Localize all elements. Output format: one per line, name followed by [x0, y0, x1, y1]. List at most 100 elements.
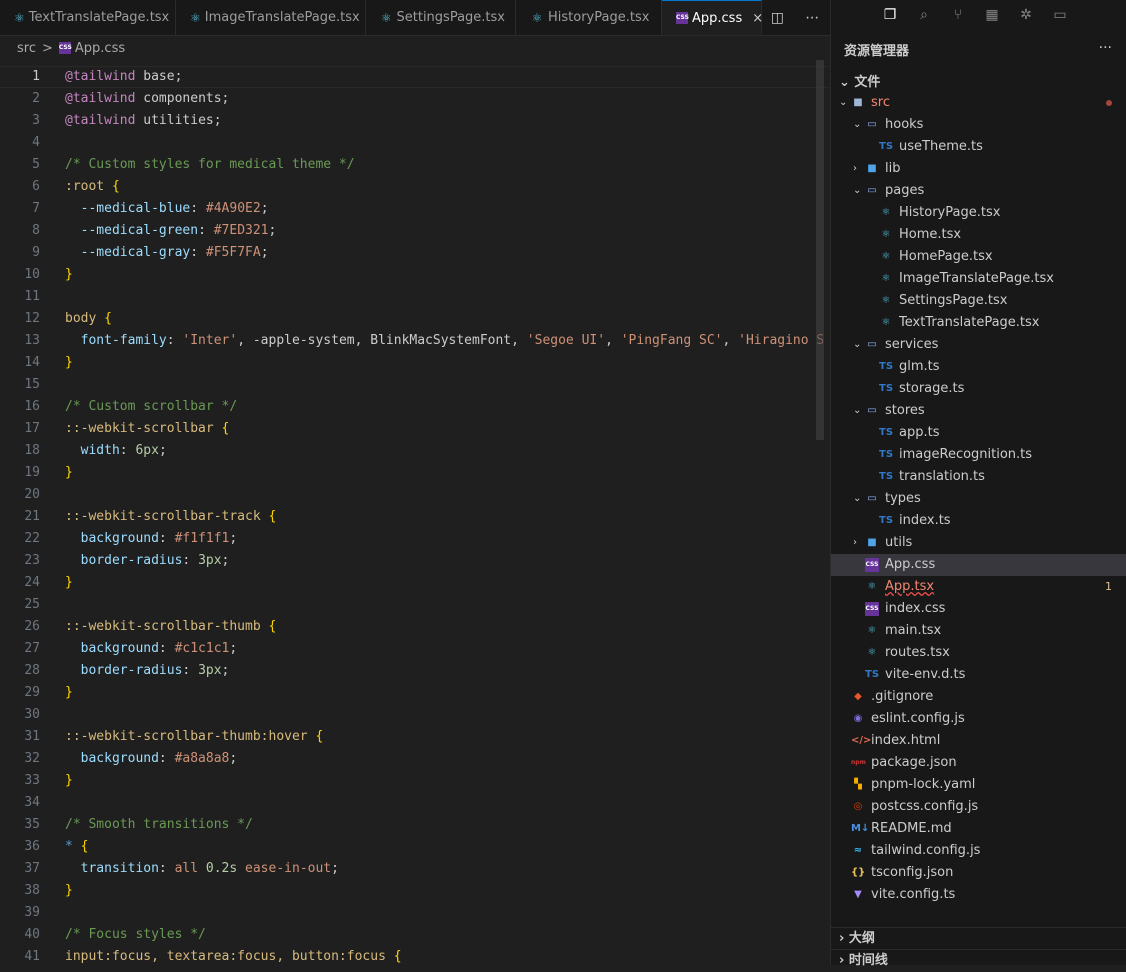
tree-item[interactable]: ⚛ routes.tsx [831, 642, 1126, 664]
code-line[interactable]: 24} [0, 572, 830, 594]
tree-item[interactable]: ≈ tailwind.config.js [831, 840, 1126, 862]
tab-text-translate[interactable]: ⚛ TextTranslatePage.tsx [0, 0, 176, 35]
code-line[interactable]: 20 [0, 484, 830, 506]
code-line[interactable]: 32 background: #a8a8a8; [0, 748, 830, 770]
code-line[interactable]: 13 font-family: 'Inter', -apple-system, … [0, 330, 830, 352]
code-line[interactable]: 4 [0, 132, 830, 154]
tree-item[interactable]: TS useTheme.ts [831, 136, 1126, 158]
timeline-section[interactable]: › 时间线 [831, 949, 1126, 971]
chevron-down-icon[interactable]: ⌄ [853, 180, 863, 202]
tree-item[interactable]: TS glm.ts [831, 356, 1126, 378]
code-line[interactable]: 36 * { [0, 836, 830, 858]
tree-item[interactable]: ◉ eslint.config.js [831, 708, 1126, 730]
tab-settings[interactable]: ⚛ SettingsPage.tsx [366, 0, 516, 35]
tree-item[interactable]: ⚛ ImageTranslatePage.tsx [831, 268, 1126, 290]
tree-item[interactable]: npm package.json [831, 752, 1126, 774]
code-line[interactable]: 31::-webkit-scrollbar-thumb:hover { [0, 726, 830, 748]
tree-item[interactable]: CSS index.css [831, 598, 1126, 620]
tree-item[interactable]: ⚛ HomePage.tsx [831, 246, 1126, 268]
code-line[interactable]: 22 background: #f1f1f1; [0, 528, 830, 550]
code-line[interactable]: 29} [0, 682, 830, 704]
code-line[interactable]: 10} [0, 264, 830, 286]
tree-item[interactable]: TS vite-env.d.ts [831, 664, 1126, 686]
code-line[interactable]: 5/* Custom styles for medical theme */ [0, 154, 830, 176]
tree-item[interactable]: › ■ lib [831, 158, 1126, 180]
tree-item[interactable]: {} tsconfig.json [831, 862, 1126, 884]
tree-item[interactable]: ⌄ ■ src [831, 92, 1126, 114]
code-line[interactable]: 30 [0, 704, 830, 726]
tab-app-css[interactable]: CSS App.css × [662, 0, 763, 35]
code-line[interactable]: 9 --medical-gray: #F5F7FA; [0, 242, 830, 264]
code-line[interactable]: 40/* Focus styles */ [0, 924, 830, 946]
chevron-right-icon[interactable]: › [853, 532, 863, 554]
chevron-down-icon[interactable]: ⌄ [853, 488, 863, 510]
tree-item[interactable]: TS translation.ts [831, 466, 1126, 488]
breadcrumb-file[interactable]: App.css [75, 41, 125, 56]
chevron-down-icon[interactable]: ⌄ [853, 400, 863, 422]
tab-image-translate[interactable]: ⚛ ImageTranslatePage.tsx [176, 0, 366, 35]
code-line[interactable]: 18 width: 6px; [0, 440, 830, 462]
tree-item[interactable]: TS imageRecognition.ts [831, 444, 1126, 466]
code-line[interactable]: 27 background: #c1c1c1; [0, 638, 830, 660]
code-line[interactable]: 38} [0, 880, 830, 902]
code-editor[interactable]: 1 @tailwind base; 2 @tailwind components; … [0, 66, 830, 965]
code-line[interactable]: 16/* Custom scrollbar */ [0, 396, 830, 418]
chevron-right-icon[interactable]: › [853, 158, 863, 180]
chevron-down-icon[interactable]: ⌄ [853, 114, 863, 136]
tree-item[interactable]: ⌄ ▭ types [831, 488, 1126, 510]
tree-item[interactable]: TS storage.ts [831, 378, 1126, 400]
debug-icon[interactable]: ✲ [1017, 6, 1035, 24]
code-line[interactable]: 12 body { [0, 308, 830, 330]
tree-item[interactable]: M↓ README.md [831, 818, 1126, 840]
code-line[interactable]: 23 border-radius: 3px; [0, 550, 830, 572]
code-line[interactable]: 34 [0, 792, 830, 814]
code-line[interactable]: 6:root { [0, 176, 830, 198]
editor-scrollbar[interactable] [816, 60, 824, 440]
tree-item[interactable]: CSS App.css [831, 554, 1126, 576]
tree-item[interactable]: ⚛ App.tsx 1 [831, 576, 1126, 598]
code-line[interactable]: 2 @tailwind components; [0, 88, 830, 110]
tree-item[interactable]: ◆ .gitignore [831, 686, 1126, 708]
tree-item[interactable]: TS index.ts [831, 510, 1126, 532]
tree-item[interactable]: </> index.html [831, 730, 1126, 752]
tree-item[interactable]: ⚛ SettingsPage.tsx [831, 290, 1126, 312]
more-icon[interactable]: ··· [1099, 40, 1112, 56]
code-line[interactable]: 15 [0, 374, 830, 396]
code-line[interactable]: 11 [0, 286, 830, 308]
tree-item[interactable]: › ■ utils [831, 532, 1126, 554]
search-icon[interactable]: ⌕ [915, 6, 933, 24]
tree-item[interactable]: ▼ vite.config.ts [831, 884, 1126, 906]
tree-item[interactable]: ⌄ ▭ pages [831, 180, 1126, 202]
chevron-down-icon[interactable]: ⌄ [839, 92, 849, 114]
code-line[interactable]: 28 border-radius: 3px; [0, 660, 830, 682]
code-line[interactable]: 8 --medical-green: #7ED321; [0, 220, 830, 242]
tree-item[interactable]: ⚛ main.tsx [831, 620, 1126, 642]
code-line[interactable]: 25 [0, 594, 830, 616]
code-line[interactable]: 17::-webkit-scrollbar { [0, 418, 830, 440]
code-line[interactable]: 35/* Smooth transitions */ [0, 814, 830, 836]
code-line[interactable]: 1 @tailwind base; [0, 66, 830, 88]
extensions-icon[interactable]: ▦ [983, 6, 1001, 24]
breadcrumb-folder[interactable]: src [17, 41, 36, 56]
files-icon[interactable]: ❐ [881, 6, 899, 24]
code-line[interactable]: 33} [0, 770, 830, 792]
tree-item[interactable]: ⚛ HistoryPage.tsx [831, 202, 1126, 224]
tree-item[interactable]: ⌄ ▭ stores [831, 400, 1126, 422]
files-section-header[interactable]: ⌄ 文件 [839, 71, 880, 90]
tree-item[interactable]: ⌄ ▭ hooks [831, 114, 1126, 136]
source-control-icon[interactable]: ⑂ [949, 6, 967, 24]
tree-item[interactable]: TS app.ts [831, 422, 1126, 444]
split-editor-icon[interactable]: ◫ [771, 10, 784, 26]
tree-item[interactable]: ⚛ TextTranslatePage.tsx [831, 312, 1126, 334]
outline-section[interactable]: › 大纲 [831, 927, 1126, 949]
code-line[interactable]: 7 --medical-blue: #4A90E2; [0, 198, 830, 220]
chevron-down-icon[interactable]: ⌄ [853, 334, 863, 356]
more-actions-icon[interactable]: ⋯ [805, 10, 819, 26]
code-line[interactable]: 26::-webkit-scrollbar-thumb { [0, 616, 830, 638]
tree-item[interactable]: ⌄ ▭ services [831, 334, 1126, 356]
code-line[interactable]: 21::-webkit-scrollbar-track { [0, 506, 830, 528]
code-line[interactable]: 37 transition: all 0.2s ease-in-out; [0, 858, 830, 880]
tree-item[interactable]: ⚛ Home.tsx [831, 224, 1126, 246]
tree-item[interactable]: ◎ postcss.config.js [831, 796, 1126, 818]
tab-history[interactable]: ⚛ HistoryPage.tsx [516, 0, 662, 35]
